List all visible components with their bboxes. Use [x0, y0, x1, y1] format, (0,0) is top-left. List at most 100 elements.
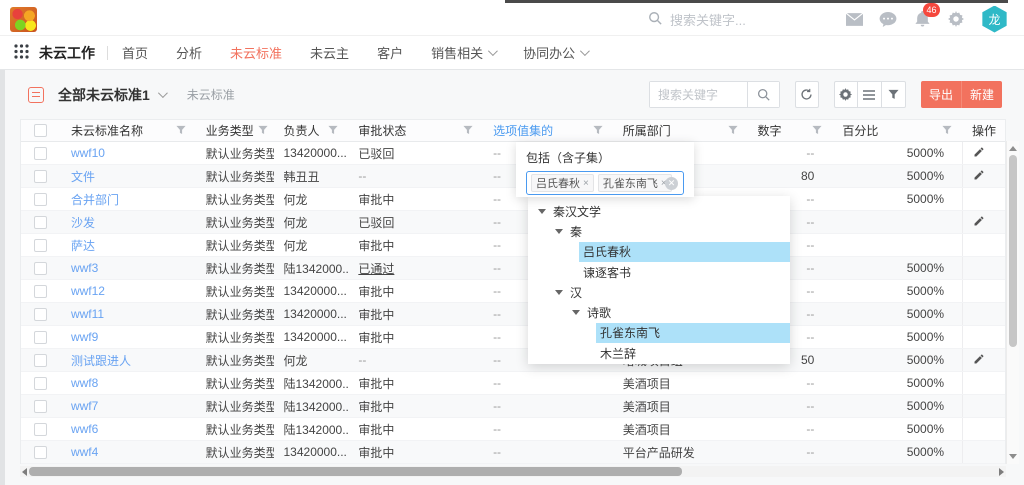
- nav-item-6[interactable]: 销售相关: [431, 43, 495, 62]
- record-link[interactable]: wwf7: [71, 399, 98, 413]
- row-checkbox[interactable]: [34, 331, 47, 344]
- apps-grid-icon[interactable]: [14, 44, 29, 62]
- record-link[interactable]: wwf12: [71, 284, 105, 298]
- tree-item[interactable]: 秦汉文学: [528, 201, 790, 221]
- column-header-owner[interactable]: 负责人: [274, 120, 349, 141]
- filter-funnel-icon[interactable]: [942, 124, 952, 138]
- nav-item-5[interactable]: 客户: [377, 43, 403, 62]
- nav-item-3[interactable]: 未云标准: [230, 43, 282, 62]
- tree-item[interactable]: 木兰辞: [528, 343, 790, 363]
- chevron-down-icon[interactable]: [158, 88, 168, 98]
- filter-funnel-icon[interactable]: [593, 124, 603, 138]
- tree-item[interactable]: 孔雀东南飞: [528, 323, 790, 343]
- nav-item-7[interactable]: 协同办公: [523, 43, 587, 62]
- nav-item-2[interactable]: 分析: [176, 43, 202, 62]
- filter-funnel-icon[interactable]: [258, 124, 268, 138]
- row-checkbox[interactable]: [34, 377, 47, 390]
- filter-funnel-icon[interactable]: [328, 124, 338, 138]
- column-header-status[interactable]: 审批状态: [348, 120, 483, 141]
- row-checkbox[interactable]: [34, 147, 47, 160]
- tree-item[interactable]: 汉: [528, 282, 790, 302]
- column-header-number[interactable]: 数字: [748, 120, 833, 141]
- column-header-ops[interactable]: 操作: [962, 120, 1005, 141]
- settings-gear-button[interactable]: [834, 81, 858, 108]
- row-checkbox[interactable]: [34, 308, 47, 321]
- edit-pencil-icon[interactable]: [973, 215, 985, 230]
- filter-tag[interactable]: 孔雀东南飞×: [598, 174, 672, 192]
- record-link[interactable]: wwf4: [71, 445, 98, 459]
- vertical-scrollbar[interactable]: [1006, 141, 1019, 464]
- column-header-type[interactable]: 业务类型: [196, 120, 274, 141]
- record-link[interactable]: 合并部门: [71, 191, 119, 208]
- user-avatar[interactable]: 龙: [981, 6, 1008, 33]
- tree-item[interactable]: 诗歌: [528, 302, 790, 322]
- list-search-input[interactable]: [650, 82, 747, 107]
- row-checkbox[interactable]: [34, 354, 47, 367]
- vertical-scrollbar-thumb[interactable]: [1009, 155, 1017, 347]
- column-header-name[interactable]: 未云标准名称: [61, 120, 196, 141]
- row-checkbox[interactable]: [34, 170, 47, 183]
- columns-menu-button[interactable]: [858, 81, 882, 108]
- row-checkbox[interactable]: [34, 239, 47, 252]
- tree-expand-icon[interactable]: [555, 229, 563, 234]
- column-header-optionset[interactable]: 选项值集的: [483, 120, 613, 141]
- tree-item[interactable]: 谏逐客书: [528, 262, 790, 282]
- filter-funnel-icon[interactable]: [728, 124, 738, 138]
- record-link[interactable]: wwf3: [71, 261, 98, 275]
- export-button[interactable]: 导出: [921, 81, 962, 108]
- gear-icon[interactable]: [947, 10, 965, 28]
- scroll-up-icon[interactable]: [1009, 146, 1017, 151]
- tree-expand-icon[interactable]: [572, 310, 580, 315]
- company-logo[interactable]: [10, 7, 37, 32]
- record-link[interactable]: wwf6: [71, 422, 98, 436]
- record-link[interactable]: 测试跟进人: [71, 352, 131, 369]
- row-checkbox[interactable]: [34, 400, 47, 413]
- record-link[interactable]: wwf8: [71, 376, 98, 390]
- tree-expand-icon[interactable]: [555, 290, 563, 295]
- refresh-button[interactable]: [795, 81, 819, 108]
- select-all-checkbox[interactable]: [34, 124, 47, 137]
- column-header-percent[interactable]: 百分比: [832, 120, 962, 141]
- filter-tag[interactable]: 吕氏春秋×: [531, 174, 594, 192]
- row-checkbox[interactable]: [34, 262, 47, 275]
- record-link[interactable]: 萨达: [71, 237, 95, 254]
- row-checkbox[interactable]: [34, 285, 47, 298]
- scroll-left-icon[interactable]: [22, 468, 27, 476]
- view-title[interactable]: 全部未云标准1: [58, 85, 150, 105]
- record-link[interactable]: wwf10: [71, 146, 105, 160]
- mail-icon[interactable]: [845, 10, 863, 28]
- app-name[interactable]: 未云工作: [39, 43, 95, 63]
- filter-funnel-icon[interactable]: [176, 124, 186, 138]
- tree-item[interactable]: 秦: [528, 221, 790, 241]
- record-link[interactable]: 文件: [71, 168, 95, 185]
- edit-pencil-icon[interactable]: [973, 146, 985, 161]
- tree-item[interactable]: 吕氏春秋: [528, 242, 790, 262]
- record-link[interactable]: wwf11: [71, 307, 104, 321]
- filter-tag-input[interactable]: 吕氏春秋×孔雀东南飞× ✕: [526, 171, 684, 195]
- row-checkbox[interactable]: [34, 216, 47, 229]
- bell-icon[interactable]: 46: [913, 10, 931, 28]
- row-checkbox[interactable]: [34, 193, 47, 206]
- nav-item-1[interactable]: 首页: [122, 43, 148, 62]
- column-header-dept[interactable]: 所属部门: [613, 120, 748, 141]
- row-checkbox[interactable]: [34, 446, 47, 459]
- scroll-down-icon[interactable]: [1009, 454, 1017, 459]
- tag-remove-icon[interactable]: ×: [583, 178, 589, 189]
- create-button[interactable]: 新建: [962, 81, 1002, 108]
- clear-icon[interactable]: ✕: [665, 177, 678, 190]
- edit-pencil-icon[interactable]: [973, 169, 985, 184]
- chat-icon[interactable]: [879, 10, 897, 28]
- filter-funnel-icon[interactable]: [812, 124, 822, 138]
- nav-item-4[interactable]: 未云主: [310, 43, 349, 62]
- record-link[interactable]: wwf9: [71, 330, 98, 344]
- global-search[interactable]: 搜索关键字...: [648, 3, 746, 35]
- horizontal-scrollbar[interactable]: [20, 466, 1006, 477]
- filter-funnel-button[interactable]: [882, 81, 906, 108]
- edit-pencil-icon[interactable]: [973, 353, 985, 368]
- record-link[interactable]: 沙发: [71, 214, 95, 231]
- list-search-button[interactable]: [747, 82, 779, 107]
- tree-expand-icon[interactable]: [538, 209, 546, 214]
- filter-funnel-icon[interactable]: [463, 124, 473, 138]
- horizontal-scrollbar-thumb[interactable]: [29, 467, 682, 476]
- row-checkbox[interactable]: [34, 423, 47, 436]
